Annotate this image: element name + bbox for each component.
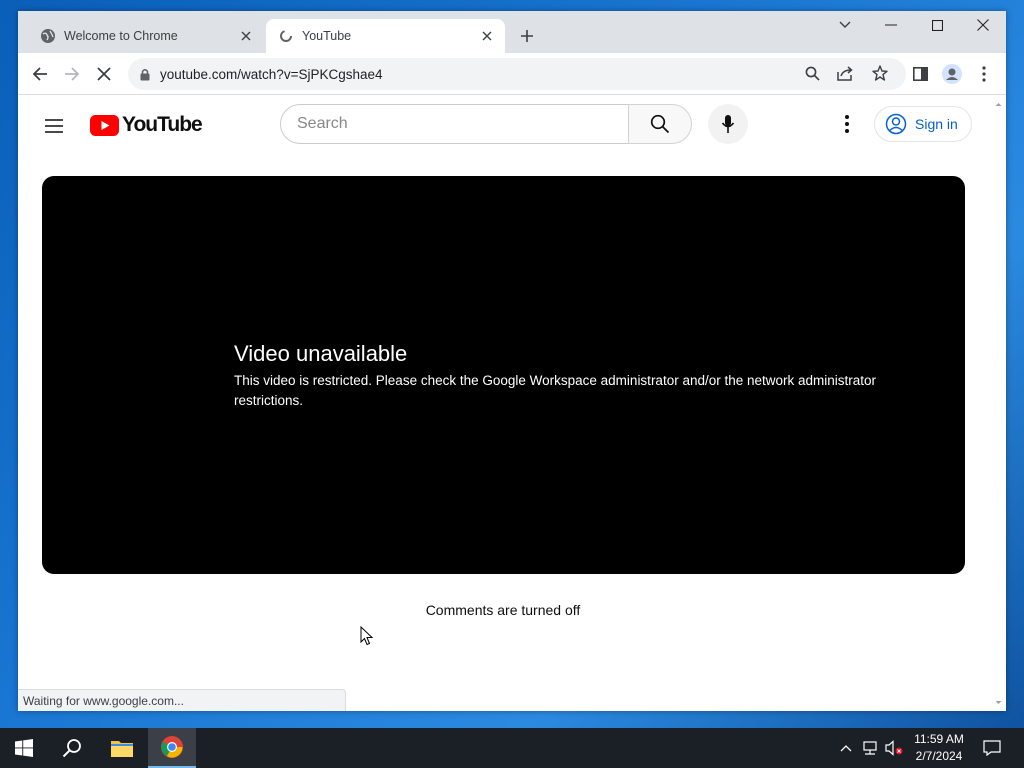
chrome-window: Welcome to Chrome YouTube youtube.com/wa…	[18, 11, 1006, 711]
profile-avatar-icon[interactable]	[938, 60, 966, 88]
url-text: youtube.com/watch?v=SjPKCgshae4	[160, 66, 383, 82]
account-circle-icon	[885, 113, 907, 135]
sign-in-button[interactable]: Sign in	[874, 106, 972, 142]
error-title: Video unavailable	[234, 341, 408, 366]
share-icon[interactable]	[837, 66, 854, 86]
loading-icon	[278, 28, 294, 44]
browser-toolbar: youtube.com/watch?v=SjPKCgshae4	[18, 53, 1006, 95]
chrome-menu-icon[interactable]	[970, 60, 998, 88]
tab-youtube[interactable]: YouTube	[266, 19, 505, 53]
search-input[interactable]: Search	[280, 104, 630, 144]
tab-title: Welcome to Chrome	[64, 29, 178, 43]
minimize-button[interactable]	[868, 11, 914, 39]
back-button[interactable]	[26, 60, 54, 88]
tab-title: YouTube	[302, 29, 352, 43]
notification-center-icon[interactable]	[970, 728, 1014, 768]
search-button[interactable]	[628, 104, 692, 144]
forward-button[interactable]	[58, 60, 86, 88]
youtube-page: YouTube Search Sign in Video unavailable…	[18, 96, 1006, 711]
side-panel-icon[interactable]	[906, 60, 934, 88]
maximize-button[interactable]	[914, 11, 960, 39]
network-icon[interactable]	[858, 728, 882, 768]
start-button[interactable]	[0, 728, 48, 768]
search-placeholder: Search	[297, 115, 348, 132]
status-bar: Waiting for www.google.com...	[18, 689, 346, 711]
video-player[interactable]: Video unavailable This video is restrict…	[42, 176, 965, 574]
chrome-icon	[161, 736, 183, 758]
clock-time: 11:59 AM	[914, 732, 964, 746]
address-bar[interactable]: youtube.com/watch?v=SjPKCgshae4	[128, 58, 906, 90]
stop-loading-button[interactable]	[90, 60, 118, 88]
taskbar-search-button[interactable]	[48, 728, 96, 768]
show-hidden-icons-chevron-icon[interactable]	[834, 728, 858, 768]
tab-welcome-to-chrome[interactable]: Welcome to Chrome	[28, 19, 264, 53]
settings-more-icon[interactable]	[832, 109, 862, 139]
tab-close-icon[interactable]	[236, 26, 256, 46]
sign-in-label: Sign in	[915, 116, 958, 132]
search-icon	[62, 739, 81, 758]
file-explorer-button[interactable]	[98, 728, 146, 768]
volume-muted-icon[interactable]	[882, 728, 906, 768]
windows-logo-icon	[15, 739, 33, 757]
desktop: { "browser": { "tabs": [ {"title": "Welc…	[0, 0, 1024, 768]
tab-strip: Welcome to Chrome YouTube	[18, 11, 1006, 53]
tab-close-icon[interactable]	[477, 26, 497, 46]
scrollbar[interactable]	[991, 96, 1006, 711]
close-window-button[interactable]	[960, 11, 1006, 39]
microphone-icon	[721, 115, 735, 133]
chrome-taskbar-button[interactable]	[148, 728, 196, 768]
folder-icon	[111, 741, 133, 757]
taskbar: 11:59 AM 2/7/2024	[0, 728, 1024, 768]
globe-icon	[40, 28, 56, 44]
youtube-play-icon	[90, 114, 119, 136]
search-icon	[650, 114, 670, 134]
system-clock[interactable]: 11:59 AM 2/7/2024	[904, 731, 974, 765]
lock-icon[interactable]	[140, 68, 150, 81]
mouse-cursor-icon	[360, 626, 374, 646]
voice-search-button[interactable]	[708, 104, 748, 144]
zoom-search-icon[interactable]	[805, 66, 820, 86]
new-tab-button[interactable]	[513, 22, 541, 50]
youtube-logo[interactable]: YouTube	[90, 113, 203, 137]
tab-search-chevron-icon[interactable]	[822, 11, 868, 39]
comments-status: Comments are turned off	[425, 602, 581, 618]
scroll-down-icon[interactable]	[991, 697, 1006, 709]
clock-date: 2/7/2024	[915, 749, 963, 763]
error-message: This video is restricted. Please check t…	[234, 373, 877, 408]
guide-menu-icon[interactable]	[42, 114, 66, 138]
scroll-up-icon[interactable]	[991, 98, 1006, 110]
bookmark-star-icon[interactable]	[872, 65, 888, 86]
youtube-logo-text: YouTube	[122, 113, 203, 136]
